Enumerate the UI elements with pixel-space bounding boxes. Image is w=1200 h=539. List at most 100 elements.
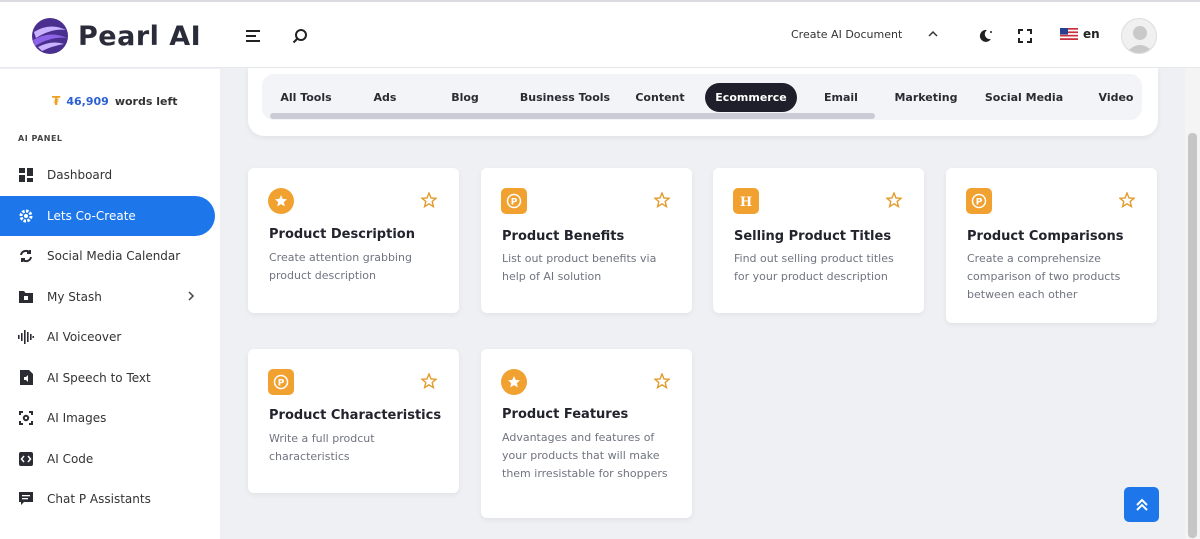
- sidebar-item-ai-speech-to-text[interactable]: AI Speech to Text: [0, 358, 220, 399]
- star-badge-icon: [268, 188, 294, 214]
- tool-card-selling-product-titles[interactable]: H Selling Product Titles Find out sellin…: [713, 168, 924, 313]
- sidebar-item-label: Lets Co-Create: [47, 208, 136, 223]
- scrollbar-thumb[interactable]: [1188, 133, 1197, 538]
- search-icon[interactable]: [290, 26, 310, 46]
- tab-email[interactable]: Email: [817, 83, 865, 112]
- h-badge-icon: H: [733, 188, 759, 214]
- tab-all-tools[interactable]: All Tools: [272, 83, 340, 112]
- favorite-star-icon[interactable]: [421, 192, 437, 208]
- tab-content[interactable]: Content: [630, 83, 690, 112]
- sidebar-item-label: Social Media Calendar: [47, 249, 181, 264]
- sidebar: ₮ 46,909 words left AI PANEL Dashboard L…: [0, 69, 220, 539]
- tabs-scrollbar[interactable]: [270, 113, 875, 119]
- tab-ecommerce[interactable]: Ecommerce: [705, 83, 797, 112]
- create-document-button[interactable]: Create AI Document: [791, 28, 902, 41]
- image-scan-icon: [18, 410, 34, 426]
- sidebar-item-lets-co-create[interactable]: Lets Co-Create: [0, 195, 215, 236]
- tab-social-media[interactable]: Social Media: [980, 83, 1068, 112]
- page-scrollbar[interactable]: [1185, 68, 1200, 539]
- gear-icon: [18, 208, 34, 224]
- favorite-star-icon[interactable]: [886, 192, 902, 208]
- coin-icon: ₮: [52, 94, 61, 108]
- avatar[interactable]: [1121, 18, 1157, 54]
- sidebar-item-ai-images[interactable]: AI Images: [0, 398, 220, 439]
- card-title: Product Characteristics: [269, 408, 442, 423]
- sidebar-item-label: AI Voiceover: [47, 330, 122, 345]
- p-badge-icon: P: [268, 369, 294, 395]
- card-description: List out product benefits via help of AI…: [502, 252, 657, 283]
- card-description: Create a comprehensize comparison of two…: [967, 252, 1121, 301]
- svg-text:P: P: [278, 379, 285, 389]
- p-badge-icon: P: [501, 188, 527, 214]
- sidebar-nav: Dashboard Lets Co-Create Social Media Ca…: [0, 155, 220, 520]
- brand-name: Pearl AI: [78, 20, 202, 52]
- top-header: Pearl AI Create AI Document en: [0, 0, 1200, 68]
- chat-icon: [18, 491, 34, 507]
- words-left-counter: ₮ 46,909 words left: [52, 94, 177, 108]
- card-title: Product Description: [269, 227, 415, 242]
- sidebar-item-ai-voiceover[interactable]: AI Voiceover: [0, 317, 220, 358]
- tool-card-product-benefits[interactable]: P Product Benefits List out product bene…: [481, 168, 692, 313]
- card-title: Selling Product Titles: [734, 229, 892, 244]
- card-description: Find out selling product titles for your…: [734, 252, 894, 283]
- chevron-right-icon: [188, 290, 195, 304]
- tab-business-tools[interactable]: Business Tools: [514, 83, 616, 112]
- waveform-icon: [18, 329, 34, 345]
- tab-ads[interactable]: Ads: [360, 83, 410, 112]
- card-title: Product Comparisons: [967, 229, 1124, 244]
- tool-card-product-comparisons[interactable]: P Product Comparisons Create a comprehen…: [946, 168, 1157, 323]
- sidebar-item-ai-code[interactable]: AI Code: [0, 439, 220, 480]
- card-description: Write a full prodcut characteristics: [269, 432, 375, 463]
- panel-title: AI PANEL: [18, 134, 63, 143]
- category-tabs: All Tools Ads Blog Business Tools Conten…: [262, 74, 1142, 120]
- code-icon: [18, 451, 34, 467]
- favorite-star-icon[interactable]: [654, 373, 670, 389]
- words-label: words left: [114, 94, 178, 108]
- sidebar-item-label: AI Images: [47, 411, 107, 426]
- dark-mode-icon[interactable]: [975, 26, 995, 46]
- card-title: Product Benefits: [502, 229, 625, 244]
- chevron-up-icon[interactable]: [928, 27, 938, 41]
- double-chevron-up-icon: [1135, 498, 1148, 511]
- star-badge-icon: [501, 369, 527, 395]
- sidebar-item-dashboard[interactable]: Dashboard: [0, 155, 220, 196]
- tool-card-product-characteristics[interactable]: P Product Characteristics Write a full p…: [248, 349, 459, 493]
- svg-text:P: P: [976, 198, 983, 208]
- fullscreen-icon[interactable]: [1015, 26, 1035, 46]
- words-count: 46,909: [66, 94, 109, 108]
- sidebar-item-label: Dashboard: [47, 168, 113, 183]
- sidebar-item-label: My Stash: [47, 289, 102, 304]
- favorite-star-icon[interactable]: [1119, 192, 1135, 208]
- dashboard-icon: [18, 167, 34, 183]
- favorite-star-icon[interactable]: [421, 373, 437, 389]
- file-audio-icon: [18, 370, 34, 386]
- card-description: Advantages and features of your products…: [502, 431, 668, 480]
- refresh-icon: [18, 248, 34, 264]
- card-title: Product Features: [502, 407, 629, 422]
- sidebar-item-my-stash[interactable]: My Stash: [0, 277, 220, 318]
- us-flag-icon: [1060, 28, 1078, 40]
- menu-toggle-icon[interactable]: [244, 26, 264, 46]
- sidebar-item-label: AI Speech to Text: [47, 370, 151, 385]
- svg-text:H: H: [740, 195, 752, 208]
- category-tabs-card: All Tools Ads Blog Business Tools Conten…: [248, 68, 1158, 136]
- sidebar-item-chat-p-assistants[interactable]: Chat P Assistants: [0, 479, 220, 520]
- card-description: Create attention grabbing product descri…: [269, 251, 412, 282]
- logo[interactable]: Pearl AI: [30, 16, 201, 56]
- folder-icon: [18, 289, 34, 305]
- favorite-star-icon[interactable]: [654, 192, 670, 208]
- svg-text:P: P: [511, 198, 518, 208]
- sidebar-item-label: AI Code: [47, 451, 94, 466]
- language-selector[interactable]: en: [1060, 27, 1100, 41]
- sidebar-item-label: Chat P Assistants: [47, 492, 151, 507]
- tool-card-product-features[interactable]: Product Features Advantages and features…: [481, 349, 692, 518]
- tab-video[interactable]: Video: [1088, 83, 1142, 112]
- p-badge-icon: P: [966, 188, 992, 214]
- pearl-logo-icon: [32, 18, 68, 54]
- sidebar-item-social-media-calendar[interactable]: Social Media Calendar: [0, 236, 220, 277]
- tool-card-product-description[interactable]: Product Description Create attention gra…: [248, 168, 459, 313]
- tab-marketing[interactable]: Marketing: [888, 83, 964, 112]
- language-label: en: [1083, 27, 1100, 41]
- scroll-to-top-button[interactable]: [1124, 487, 1159, 522]
- tab-blog[interactable]: Blog: [440, 83, 490, 112]
